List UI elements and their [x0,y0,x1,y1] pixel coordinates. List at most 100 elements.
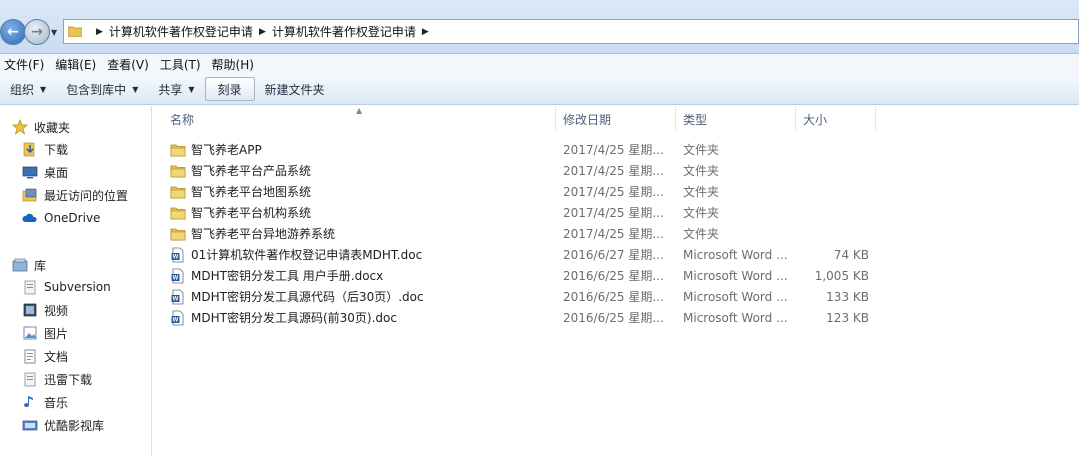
navigation-pane: 收藏夹 下载 桌面 最近访问的位置 OneDrive 库 Subversion … [0,106,152,456]
folder-icon [170,205,186,221]
file-type: 文件夹 [683,227,720,241]
file-name-cell: 智飞养老平台产品系统 [170,160,550,181]
nav-label: 迅雷下载 [44,372,93,387]
nav-onedrive[interactable]: OneDrive [22,207,172,229]
nav-libraries[interactable]: 库 [12,254,162,276]
nav-label: 库 [34,258,47,273]
nav-xunlei-downloads[interactable]: 迅雷下载 [22,368,172,390]
nav-music[interactable]: 音乐 [22,391,172,413]
address-field[interactable]: ▶ 计算机软件著作权登记申请 ▶ 计算机软件著作权登记申请 ▶ [63,19,1079,44]
caret-down-icon: ▼ [40,84,47,94]
folder-icon [68,26,82,37]
file-list-pane: ▲ 名称 修改日期 类型 大小 智飞养老APP 2017/4/25 星期... 文件… [152,106,1079,456]
include-library-label: 包含到库中 [66,82,127,97]
file-row[interactable]: W MDHT密钥分发工具 用户手册.docx 2016/6/25 星期... Micr… [152,265,1079,286]
file-row[interactable]: 智飞养老平台异地游养系统 2017/4/25 星期... 文件夹 [152,223,1079,244]
file-date: 2017/4/25 星期... [563,206,664,220]
menu-bar: 文件(F) 编辑(E) 查看(V) 工具(T) 帮助(H) [0,54,1079,74]
include-in-library-button[interactable]: 包含到库中 ▼ [56,77,148,101]
organize-button[interactable]: 组织 ▼ [0,77,56,101]
nav-recent-places[interactable]: 最近访问的位置 [22,184,172,206]
breadcrumb-item[interactable]: 计算机软件著作权登记申请 [272,23,416,40]
burn-button[interactable]: 刻录 [204,77,255,101]
recent-pages-dropdown-icon[interactable]: ▼ [51,28,57,37]
nav-pictures[interactable]: 图片 [22,322,172,344]
column-label: 类型 [683,112,708,127]
file-name-cell: 智飞养老平台机构系统 [170,202,550,223]
file-name-cell: 智飞养老平台地图系统 [170,181,550,202]
file-type: Microsoft Word ... [683,247,788,262]
file-type: 文件夹 [683,185,720,199]
nav-documents[interactable]: 文档 [22,345,172,367]
svg-text:W: W [173,275,179,281]
file-name: 智飞养老平台异地游养系统 [191,227,336,241]
file-type: Microsoft Word ... [683,289,788,304]
back-button[interactable]: ← [0,19,26,45]
breadcrumb-item[interactable]: 计算机软件著作权登记申请 [109,23,253,40]
nav-videos[interactable]: 视频 [22,299,172,321]
share-button[interactable]: 共享 ▼ [148,77,204,101]
column-header-date[interactable]: 修改日期 [556,106,676,132]
nav-desktop[interactable]: 桌面 [22,161,172,183]
file-date: 2016/6/25 星期... [563,269,664,283]
file-row[interactable]: 智飞养老平台机构系统 2017/4/25 星期... 文件夹 [152,202,1079,223]
file-name-cell: 智飞养老APP [170,139,550,160]
menu-view[interactable]: 查看(V) [103,56,156,73]
nav-label: 收藏夹 [34,120,71,135]
file-type: Microsoft Word ... [683,268,788,283]
file-size [792,160,869,181]
breadcrumb-separator-icon[interactable]: ▶ [96,27,103,37]
menu-tools[interactable]: 工具(T) [156,56,208,73]
word-document-icon: W [170,310,186,326]
file-name: 智飞养老平台产品系统 [191,164,312,178]
forward-button[interactable]: → [24,19,50,45]
menu-file[interactable]: 文件(F) [0,56,51,73]
menu-edit[interactable]: 编辑(E) [51,56,103,73]
folder-icon [170,142,186,158]
file-size [792,223,869,244]
file-date: 2016/6/27 星期... [563,248,664,262]
breadcrumb-separator-icon[interactable]: ▶ [422,27,429,37]
new-folder-button[interactable]: 新建文件夹 [255,77,335,101]
share-label: 共享 [158,82,183,97]
nav-subversion[interactable]: Subversion [22,276,172,298]
column-header-name[interactable]: 名称 [163,106,556,132]
column-label: 名称 [170,112,195,127]
menu-help[interactable]: 帮助(H) [208,56,261,73]
nav-youku-library[interactable]: 优酷影视库 [22,414,172,436]
folder-icon [170,184,186,200]
column-label: 大小 [803,112,828,127]
file-row[interactable]: W MDHT密钥分发工具源码(前30页).doc 2016/6/25 星期... Mi… [152,307,1079,328]
file-row[interactable]: W 01计算机软件著作权登记申请表MDHT.doc 2016/6/27 星期... M… [152,244,1079,265]
file-date: 2017/4/25 星期... [563,227,664,241]
file-name-cell: W MDHT密钥分发工具源码(前30页).doc [170,307,550,328]
file-row[interactable]: 智飞养老平台地图系统 2017/4/25 星期... 文件夹 [152,181,1079,202]
folder-icon [170,163,186,179]
file-size [792,202,869,223]
column-header-type[interactable]: 类型 [676,106,796,132]
file-row[interactable]: 智飞养老APP 2017/4/25 星期... 文件夹 [152,139,1079,160]
word-document-icon: W [170,289,186,305]
command-toolbar: 组织 ▼ 包含到库中 ▼ 共享 ▼ 刻录 新建文件夹 [0,74,1079,105]
organize-label: 组织 [10,82,35,97]
caret-down-icon: ▼ [132,84,139,94]
file-size [792,139,869,160]
word-document-icon: W [170,247,186,263]
file-name: 01计算机软件著作权登记申请表MDHT.doc [191,248,423,262]
file-type: Microsoft Word ... [683,310,788,325]
folder-icon [170,226,186,242]
breadcrumb-separator-icon[interactable]: ▶ [259,27,266,37]
nav-label: Subversion [44,280,111,294]
file-date: 2017/4/25 星期... [563,143,664,157]
nav-downloads[interactable]: 下载 [22,138,172,160]
column-header-size[interactable]: 大小 [796,106,876,132]
nav-favorites[interactable]: 收藏夹 [12,116,162,138]
file-name-cell: W MDHT密钥分发工具源代码（后30页）.doc [170,286,550,307]
cloud-icon [22,210,38,226]
back-arrow-icon: ← [7,24,19,40]
nav-label: 最近访问的位置 [44,188,129,203]
file-name: 智飞养老平台地图系统 [191,185,312,199]
file-row[interactable]: W MDHT密钥分发工具源代码（后30页）.doc 2016/6/25 星期... M… [152,286,1079,307]
file-size: 133 KB [826,289,869,304]
file-row[interactable]: 智飞养老平台产品系统 2017/4/25 星期... 文件夹 [152,160,1079,181]
